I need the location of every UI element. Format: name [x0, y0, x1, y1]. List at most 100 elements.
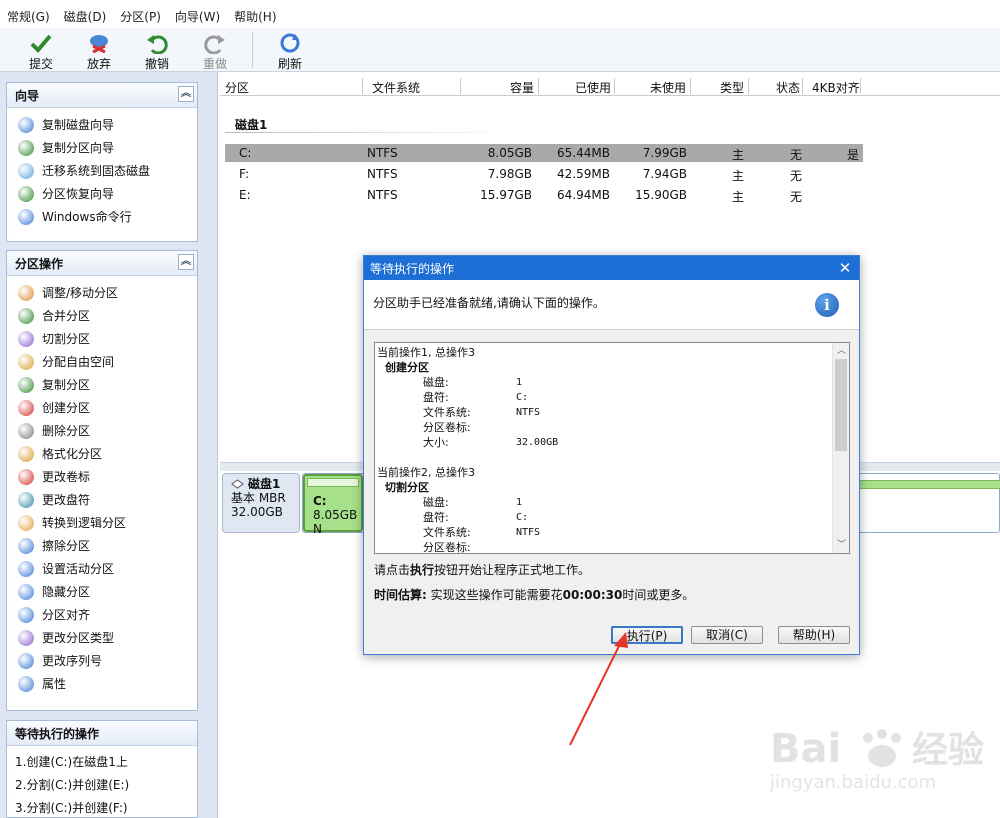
table-row[interactable]: E: NTFS 15.97GB 64.94MB 15.90GB 主 无: [225, 186, 863, 204]
menu-wizard[interactable]: 向导(W): [168, 8, 227, 26]
col-filesystem[interactable]: 文件系统: [372, 79, 420, 96]
disk-type: 基本 MBR: [231, 491, 286, 505]
sidebar-item-set-active[interactable]: 设置活动分区: [7, 557, 197, 580]
table-header: 分区 文件系统 容量 已使用 未使用 类型 状态 4KB对齐: [220, 78, 1000, 96]
col-type[interactable]: 类型: [720, 79, 744, 96]
sidebar-item-hide[interactable]: 隐藏分区: [7, 580, 197, 603]
table-cell: 7.99GB: [642, 146, 687, 160]
sidebar-item-copy-disk[interactable]: 复制磁盘向导: [7, 113, 197, 136]
pending-op-item[interactable]: 2.分割(C:)并创建(E:): [7, 773, 197, 796]
sidebar-item-format[interactable]: 格式化分区: [7, 442, 197, 465]
disk-icon: [231, 478, 244, 489]
col-4kb-align[interactable]: 4KB对齐: [812, 79, 860, 96]
table-row[interactable]: C: NTFS 8.05GB 65.44MB 7.99GB 主 无 是: [225, 144, 863, 162]
table-cell: 主: [732, 190, 745, 204]
help-button[interactable]: 帮助(H): [778, 626, 850, 644]
close-icon[interactable]: ✕: [837, 259, 853, 277]
log-key: 盘符:: [423, 511, 449, 524]
col-unused[interactable]: 未使用: [650, 79, 686, 96]
sidebar-item-align[interactable]: 分区对齐: [7, 603, 197, 626]
sidebar-item-label: 分区恢复向导: [42, 187, 115, 201]
sidebar-item-label: 迁移系统到固态磁盘: [42, 164, 151, 178]
sidebar-item-migrate-os[interactable]: 迁移系统到固态磁盘: [7, 159, 197, 182]
discard-button[interactable]: 放弃: [70, 28, 128, 72]
table-row[interactable]: F: NTFS 7.98GB 42.59MB 7.94GB 主 无: [225, 165, 863, 183]
sidebar-item-partition-recovery[interactable]: 分区恢复向导: [7, 182, 197, 205]
log-key: 磁盘:: [423, 376, 449, 389]
sidebar-item-resize[interactable]: 调整/移动分区: [7, 281, 197, 304]
partition-c-block[interactable]: C: 8.05GB N: [303, 474, 363, 536]
menu-help[interactable]: 帮助(H): [227, 8, 283, 26]
sidebar-item-label: 合并分区: [42, 309, 91, 323]
partition-ops-header: 分区操作 ︽: [7, 251, 197, 276]
operations-log[interactable]: 当前操作1, 总操作3 创建分区 磁盘: 1 盘符: C: 文件系统: NTFS 分区卷标: 大小…: [374, 342, 850, 554]
sidebar-item-change-label[interactable]: 更改卷标: [7, 465, 197, 488]
sidebar-item-properties[interactable]: 属性: [7, 672, 197, 695]
collapse-icon[interactable]: ︽: [178, 86, 194, 102]
sidebar-item-wipe[interactable]: 擦除分区: [7, 534, 197, 557]
scroll-up-icon[interactable]: ︿: [833, 343, 849, 359]
cancel-button[interactable]: 取消(C): [691, 626, 763, 644]
scroll-down-icon[interactable]: ﹀: [833, 537, 849, 553]
log-value: 32.00GB: [516, 437, 559, 448]
sidebar-item-label: 属性: [42, 677, 67, 691]
scroll-thumb[interactable]: [835, 359, 847, 451]
table-cell: 主: [732, 148, 745, 162]
refresh-label: 刷新: [277, 57, 302, 71]
menu-partition[interactable]: 分区(P): [113, 8, 168, 26]
create-partition-icon: [18, 399, 34, 416]
split-icon: [18, 330, 34, 347]
table-cell: 64.94MB: [557, 188, 610, 202]
dialog-header: 分区助手已经准备就绪,请确认下面的操作。 i: [364, 280, 859, 330]
migrate-os-icon: [18, 162, 34, 179]
sidebar-item-label: 复制分区: [42, 378, 91, 392]
sidebar-item-merge[interactable]: 合并分区: [7, 304, 197, 327]
log-line: 切割分区: [385, 481, 429, 494]
baidu-paw-logo: Bai 经验: [770, 726, 984, 772]
col-partition[interactable]: 分区: [225, 79, 249, 96]
sidebar-item-command-line[interactable]: Windows命令行: [7, 205, 197, 228]
col-capacity[interactable]: 容量: [510, 79, 534, 96]
submit-button[interactable]: 提交: [12, 28, 70, 72]
menu-general[interactable]: 常规(G): [0, 8, 57, 26]
disk-card[interactable]: 磁盘1 基本 MBR 32.00GB: [222, 473, 300, 533]
col-status[interactable]: 状态: [776, 79, 800, 96]
log-line: 磁盘: 1: [377, 375, 832, 390]
pending-ops-dialog: 等待执行的操作 ✕ 分区助手已经准备就绪,请确认下面的操作。 i 当前操作1, …: [363, 255, 860, 655]
table-cell: 主: [732, 169, 745, 183]
sidebar-item-label: 复制分区向导: [42, 141, 115, 155]
log-line: 文件系统: NTFS: [377, 405, 832, 420]
log-key: 大小:: [423, 436, 449, 449]
table-cell: 15.97GB: [480, 188, 532, 202]
menu-disk[interactable]: 磁盘(D): [57, 8, 114, 26]
redo-button[interactable]: 重做: [186, 28, 244, 72]
sidebar-item-change-type[interactable]: 更改分区类型: [7, 626, 197, 649]
pending-op-item[interactable]: 3.分割(C:)并创建(F:): [7, 796, 197, 818]
wizard-panel-header: 向导 ︽: [7, 83, 197, 108]
log-scrollbar[interactable]: ︿ ﹀: [832, 343, 849, 553]
collapse-icon[interactable]: ︽: [178, 254, 194, 270]
sidebar-item-split[interactable]: 切割分区: [7, 327, 197, 350]
sidebar-item-convert-logical[interactable]: 转换到逻辑分区: [7, 511, 197, 534]
col-used[interactable]: 已使用: [575, 79, 611, 96]
sidebar-item-create-partition[interactable]: 创建分区: [7, 396, 197, 419]
sidebar-item-delete-partition[interactable]: 删除分区: [7, 419, 197, 442]
table-cell: NTFS: [367, 146, 398, 160]
refresh-button[interactable]: 刷新: [261, 28, 319, 72]
sidebar-item-change-letter[interactable]: 更改盘符: [7, 488, 197, 511]
change-label-icon: [18, 468, 34, 485]
delete-partition-icon: [18, 422, 34, 439]
pending-op-item[interactable]: 1.创建(C:)在磁盘1上: [7, 750, 197, 773]
sidebar-item-allocate-space[interactable]: 分配自由空间: [7, 350, 197, 373]
dialog-title: 等待执行的操作: [370, 261, 455, 276]
log-value: 1: [516, 497, 523, 508]
dialog-titlebar[interactable]: 等待执行的操作 ✕: [364, 256, 859, 280]
sidebar-item-label: 更改序列号: [42, 654, 103, 668]
sidebar-item-copy-partition[interactable]: 复制分区: [7, 373, 197, 396]
sidebar-item-copy-partition[interactable]: 复制分区向导: [7, 136, 197, 159]
command-line-icon: [18, 208, 34, 225]
table-cell: F:: [239, 167, 250, 181]
sidebar-item-change-serial[interactable]: 更改序列号: [7, 649, 197, 672]
svg-text:Bai: Bai: [770, 726, 841, 772]
undo-button[interactable]: 撤销: [128, 28, 186, 72]
